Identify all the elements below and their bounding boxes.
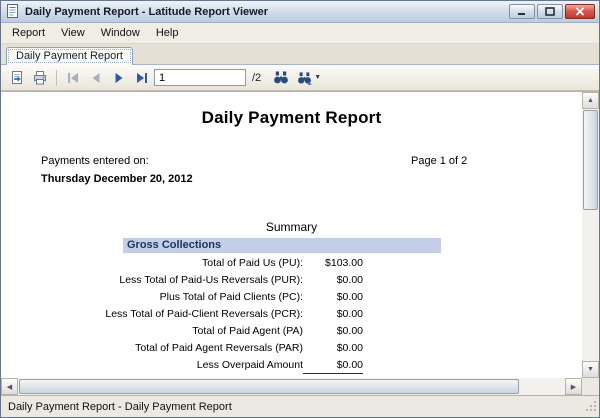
binoculars-arrow-icon xyxy=(297,71,312,85)
row-value: $103.00 xyxy=(303,255,363,272)
report-viewer-window: Daily Payment Report - Latitude Report V… xyxy=(0,0,600,418)
printer-icon xyxy=(32,70,48,86)
dropdown-caret-icon: ▼ xyxy=(314,74,321,81)
page-total-label: /2 xyxy=(252,72,261,84)
row-label: Total of Paid Agent (PA) xyxy=(88,323,303,340)
menu-help[interactable]: Help xyxy=(148,24,187,42)
minimize-button[interactable] xyxy=(509,4,535,19)
row-label: Less Total of Paid-Us Reversals (PUR): xyxy=(88,272,303,289)
menu-bar: Report View Window Help xyxy=(1,23,599,44)
resize-grip-icon[interactable] xyxy=(585,400,597,415)
status-bar: Daily Payment Report - Daily Payment Rep… xyxy=(1,395,599,417)
toolbar-separator xyxy=(56,70,57,86)
horizontal-scrollbar[interactable]: ◀ ▶ xyxy=(1,378,582,395)
page-number-input[interactable] xyxy=(154,69,246,86)
scroll-left-button[interactable]: ◀ xyxy=(1,378,18,395)
scroll-right-button[interactable]: ▶ xyxy=(565,378,582,395)
row-value: $0.00 xyxy=(303,306,363,323)
first-page-button[interactable] xyxy=(62,68,84,88)
find-button[interactable] xyxy=(270,68,292,88)
table-row: Less Total of Paid-Client Reversals (PCR… xyxy=(88,306,363,323)
row-value: $0.00 xyxy=(303,357,363,374)
gross-collections-header: Gross Collections xyxy=(123,238,441,253)
tab-daily-payment-report[interactable]: Daily Payment Report xyxy=(6,47,133,65)
close-button[interactable] xyxy=(565,4,595,19)
scroll-down-button[interactable]: ▼ xyxy=(582,361,599,378)
vertical-scrollbar[interactable]: ▲ ▼ xyxy=(582,92,599,378)
row-label: Less Overpaid Amount xyxy=(88,357,303,374)
menu-view[interactable]: View xyxy=(53,24,93,42)
report-title: Daily Payment Report xyxy=(1,108,582,128)
app-icon xyxy=(5,4,21,20)
maximize-button[interactable] xyxy=(537,4,563,19)
row-label: Plus Total of Paid Clients (PC): xyxy=(88,289,303,306)
first-page-icon xyxy=(66,72,80,84)
row-label: Total of Paid Agent Reversals (PAR) xyxy=(88,340,303,357)
entered-on-label: Payments entered on: xyxy=(41,155,149,167)
menu-report[interactable]: Report xyxy=(4,24,53,42)
previous-page-button[interactable] xyxy=(85,68,107,88)
toolbar: /2 ▼ xyxy=(1,65,599,91)
gross-collections-table: Total of Paid Us (PU): $103.00 Less Tota… xyxy=(88,255,363,374)
row-label: Less Total of Paid-Client Reversals (PCR… xyxy=(88,306,303,323)
next-page-icon xyxy=(112,72,126,84)
vertical-scroll-thumb[interactable] xyxy=(583,110,598,210)
status-text: Daily Payment Report - Daily Payment Rep… xyxy=(8,401,232,413)
entered-on-date: Thursday December 20, 2012 xyxy=(41,173,193,185)
binoculars-icon xyxy=(273,70,289,85)
row-value: $0.00 xyxy=(303,289,363,306)
report-viewer-area: Daily Payment Report Payments entered on… xyxy=(1,91,599,395)
report-page: Daily Payment Report Payments entered on… xyxy=(1,92,582,378)
export-button[interactable] xyxy=(6,68,28,88)
maximize-icon xyxy=(545,7,555,16)
minimize-icon xyxy=(517,7,527,16)
row-value: $0.00 xyxy=(303,323,363,340)
table-row: Total of Paid Us (PU): $103.00 xyxy=(88,255,363,272)
scroll-up-button[interactable]: ▲ xyxy=(582,92,599,109)
export-icon xyxy=(9,70,25,86)
table-row: Total of Paid Agent (PA) $0.00 xyxy=(88,323,363,340)
last-page-button[interactable] xyxy=(131,68,153,88)
tab-strip: Daily Payment Report xyxy=(1,44,599,65)
last-page-icon xyxy=(135,72,149,84)
summary-heading: Summary xyxy=(1,220,582,234)
row-value: $0.00 xyxy=(303,340,363,357)
page-info: Page 1 of 2 xyxy=(411,155,467,167)
table-row: Plus Total of Paid Clients (PC): $0.00 xyxy=(88,289,363,306)
next-page-button[interactable] xyxy=(108,68,130,88)
caption-buttons xyxy=(509,4,595,19)
title-bar[interactable]: Daily Payment Report - Latitude Report V… xyxy=(1,1,599,23)
tab-label: Daily Payment Report xyxy=(16,50,123,62)
menu-window[interactable]: Window xyxy=(93,24,148,42)
scrollbar-corner xyxy=(582,378,599,395)
print-button[interactable] xyxy=(29,68,51,88)
table-row: Less Overpaid Amount $0.00 xyxy=(88,357,363,374)
table-row: Less Total of Paid-Us Reversals (PUR): $… xyxy=(88,272,363,289)
horizontal-scroll-thumb[interactable] xyxy=(19,379,519,394)
close-icon xyxy=(575,7,585,16)
table-row: Total of Paid Agent Reversals (PAR) $0.0… xyxy=(88,340,363,357)
row-label: Total of Paid Us (PU): xyxy=(88,255,303,272)
window-title: Daily Payment Report - Latitude Report V… xyxy=(25,6,505,18)
previous-page-icon xyxy=(89,72,103,84)
find-next-button[interactable]: ▼ xyxy=(293,68,325,88)
row-value: $0.00 xyxy=(303,272,363,289)
